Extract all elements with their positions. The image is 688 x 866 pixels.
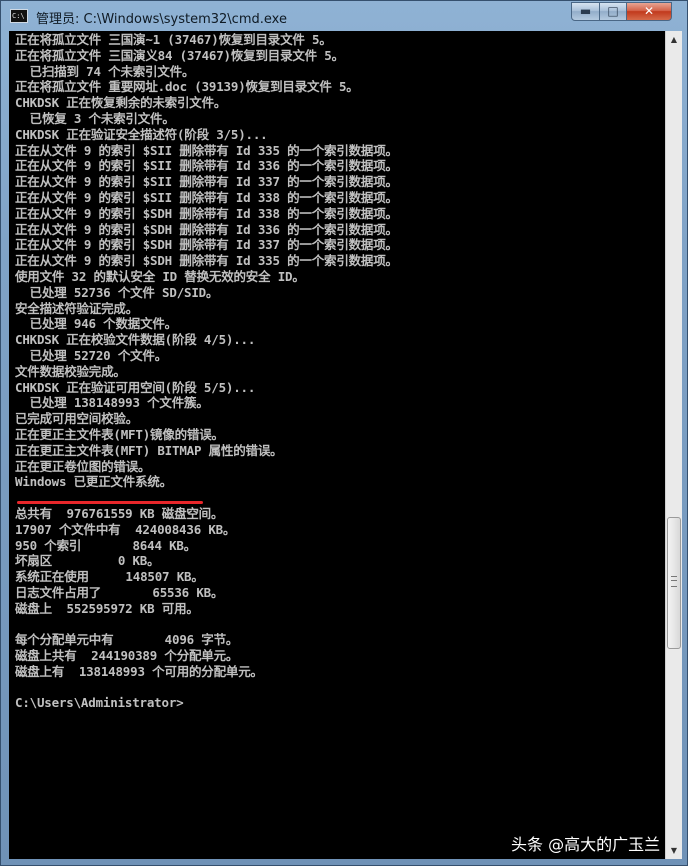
- annotation-underline: [17, 501, 203, 504]
- console-line: 坏扇区 0 KB。: [15, 553, 160, 569]
- scroll-down-arrow-icon[interactable]: ▼: [666, 842, 682, 859]
- console-line: 正在从文件 9 的索引 $SDH 删除带有 Id 336 的一个索引数据项。: [15, 221, 398, 237]
- console-line: 磁盘上 552595972 KB 可用。: [15, 600, 199, 616]
- cmd-icon[interactable]: C:\: [10, 9, 28, 23]
- minimize-button[interactable]: ▬: [571, 2, 600, 21]
- console-line: 系统正在使用 148507 KB。: [15, 569, 204, 585]
- console-line: 安全描述符验证完成。: [15, 300, 139, 316]
- grip-icon: [671, 576, 677, 587]
- console-line: 正在从文件 9 的索引 $SDH 删除带有 Id 338 的一个索引数据项。: [15, 205, 398, 221]
- console-line: 每个分配单元中有 4096 字节。: [15, 632, 239, 648]
- maximize-button[interactable]: □: [599, 2, 627, 21]
- console-line: 磁盘上共有 244190389 个分配单元。: [15, 648, 239, 664]
- console-line: 已完成可用空间校验。: [15, 411, 139, 427]
- console-line: C:\Users\Administrator>: [15, 695, 184, 711]
- console-line: CHKDSK 正在校验文件数据(阶段 4/5)...: [15, 332, 256, 348]
- console-line: 使用文件 32 的默认安全 ID 替换无效的安全 ID。: [15, 268, 305, 284]
- console-line: 已恢复 3 个未索引文件。: [15, 110, 175, 126]
- console-line: 正在将孤立文件 三国演义84 (37467)恢复到目录文件 5。: [15, 47, 344, 63]
- console-line: 正在从文件 9 的索引 $SDH 删除带有 Id 337 的一个索引数据项。: [15, 237, 398, 253]
- console-line: CHKDSK 正在验证可用空间(阶段 5/5)...: [15, 379, 256, 395]
- console-line: 950 个索引 8644 KB。: [15, 537, 197, 553]
- console-line: 正在从文件 9 的索引 $SII 删除带有 Id 338 的一个索引数据项。: [15, 189, 398, 205]
- vertical-scrollbar[interactable]: ▲ ▼: [665, 31, 682, 859]
- console-line: 正在从文件 9 的索引 $SII 删除带有 Id 335 的一个索引数据项。: [15, 142, 398, 158]
- title-bar[interactable]: C:\ 管理员: C:\Windows\system32\cmd.exe ▬ □…: [1, 1, 687, 33]
- window-title: 管理员: C:\Windows\system32\cmd.exe: [36, 12, 287, 27]
- console-line: 正在从文件 9 的索引 $SII 删除带有 Id 337 的一个索引数据项。: [15, 174, 398, 190]
- console-line: 已处理 138148993 个文件簇。: [15, 395, 209, 411]
- console-line: 已扫描到 74 个未索引文件。: [15, 63, 195, 79]
- console-line: CHKDSK 正在验证安全描述符(阶段 3/5)...: [15, 126, 268, 142]
- console-line: 总共有 976761559 KB 磁盘空间。: [15, 505, 224, 521]
- scroll-up-arrow-icon[interactable]: ▲: [666, 31, 682, 48]
- console-line: 正在将孤立文件 重要网址.doc (39139)恢复到目录文件 5。: [15, 79, 359, 95]
- console-line: 正在更正主文件表(MFT) BITMAP 属性的错误。: [15, 442, 283, 458]
- console-line: 文件数据校验完成。: [15, 363, 126, 379]
- console-line: 日志文件占用了 65536 KB。: [15, 584, 224, 600]
- console-line: Windows 已更正文件系统。: [15, 474, 173, 490]
- console-line: 磁盘上有 138148993 个可用的分配单元。: [15, 663, 263, 679]
- console-line: 正在从文件 9 的索引 $SII 删除带有 Id 336 的一个索引数据项。: [15, 158, 398, 174]
- console-line: 正在更正卷位图的错误。: [15, 458, 151, 474]
- console-line: 正在从文件 9 的索引 $SDH 删除带有 Id 335 的一个索引数据项。: [15, 253, 398, 269]
- console-line: 已处理 52736 个文件 SD/SID。: [15, 284, 219, 300]
- console-area[interactable]: 正在将孤立文件 三国演~1 (37467)恢复到目录文件 5。 正在将孤立文件 三…: [9, 31, 682, 859]
- console-line: 正在将孤立文件 三国演~1 (37467)恢复到目录文件 5。: [15, 32, 332, 47]
- console-line: 已处理 946 个数据文件。: [15, 316, 178, 332]
- close-button[interactable]: ✕: [626, 2, 672, 21]
- scroll-thumb[interactable]: [667, 517, 681, 649]
- cmd-window: C:\ 管理员: C:\Windows\system32\cmd.exe ▬ □…: [0, 0, 688, 866]
- watermark: 头条 @高大的广玉兰: [511, 835, 661, 854]
- console-line: 已处理 52720 个文件。: [15, 347, 168, 363]
- console-line: 正在更正主文件表(MFT)镜像的错误。: [15, 426, 224, 442]
- console-line: 17907 个文件中有 424008436 KB。: [15, 521, 236, 537]
- console-line: CHKDSK 正在恢复剩余的未索引文件。: [15, 95, 227, 111]
- console-output[interactable]: 正在将孤立文件 三国演~1 (37467)恢复到目录文件 5。 正在将孤立文件 三…: [15, 32, 653, 858]
